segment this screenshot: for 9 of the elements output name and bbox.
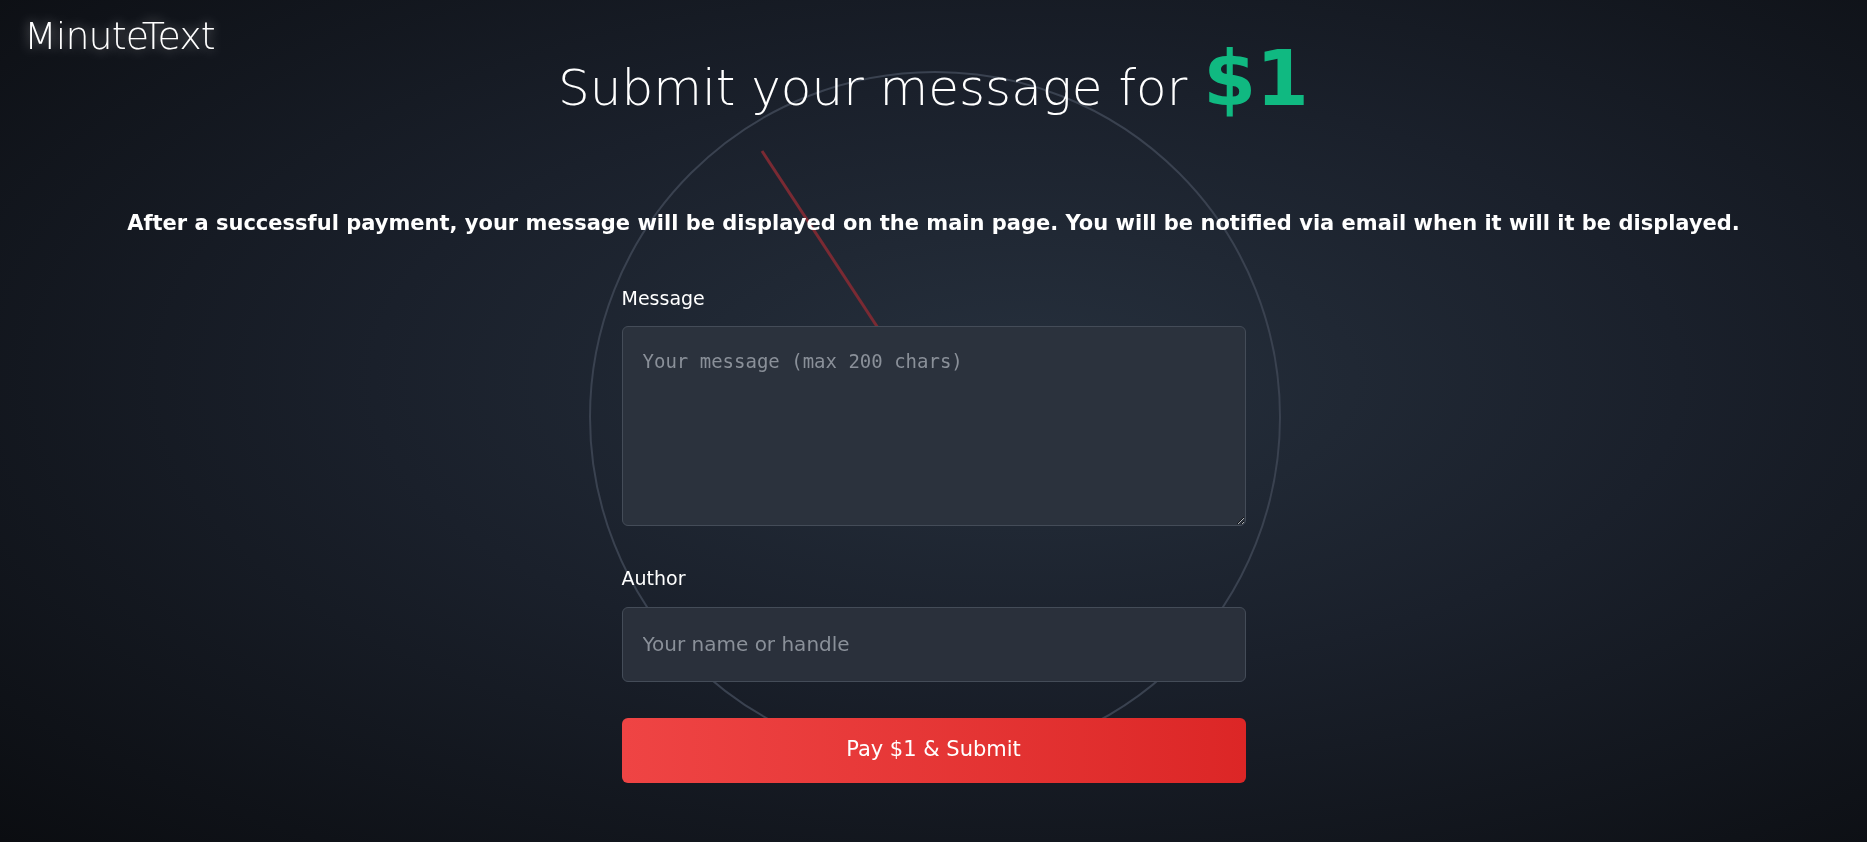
message-field[interactable]: Your message (max 200 chars) [621, 326, 1246, 526]
submit-button[interactable]: Pay $1 & Submit [621, 717, 1246, 783]
notice-text: After a successful payment, your message will be displayed on the main page. You will be notified via email when it will it be displayed. [127, 210, 1740, 237]
field-label: Message [621, 285, 706, 311]
page-title: Submit your message for [558, 58, 1188, 119]
price: $1 [1203, 33, 1309, 125]
author-field[interactable]: Your name or handle [621, 606, 1246, 682]
logo[interactable]: MinuteText [24, 8, 215, 65]
field-label: Author [621, 566, 687, 591]
